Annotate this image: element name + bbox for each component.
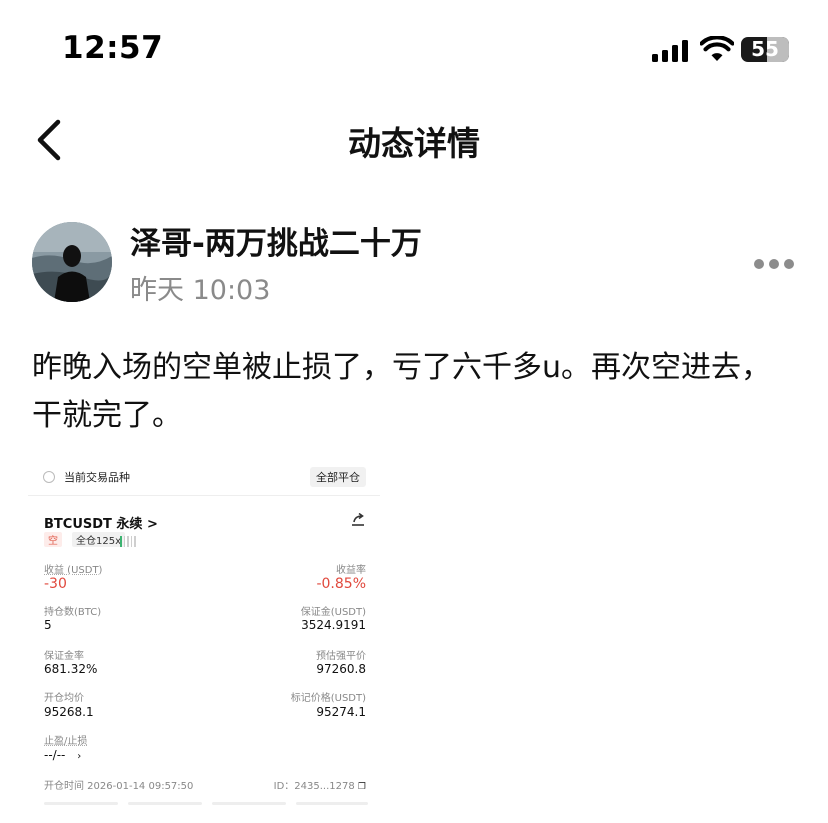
post-image-position-card[interactable]: 当前交易品种 全部平仓 BTCUSDT 永续 > 空 全仓125x 收益 (US… xyxy=(28,458,380,823)
username[interactable]: 泽哥-两万挑战二十万 xyxy=(130,218,422,263)
status-bar: 12:57 55 xyxy=(0,0,828,100)
position-id: ID：2435...1278 ❐ xyxy=(274,777,366,792)
share-icon xyxy=(352,513,364,526)
cellular-signal-icon xyxy=(652,40,690,62)
post-timestamp: 昨天 10:03 xyxy=(130,275,271,306)
wifi-icon xyxy=(700,36,734,61)
margin-mode-tag: 全仓125x xyxy=(72,532,126,547)
margin-ratio-value: 681.32% xyxy=(44,662,98,676)
more-dots-icon xyxy=(754,259,764,269)
battery-icon: 55 xyxy=(741,37,789,62)
liq-price-label: 预估强平价 xyxy=(316,651,366,662)
mark-price-label: 标记价格(USDT) xyxy=(290,693,366,704)
margin-ratio-label: 保证金率 xyxy=(44,651,84,662)
liq-price-value: 97260.8 xyxy=(316,662,366,676)
size-value: 5 xyxy=(44,618,52,632)
contract-symbol: BTCUSDT 永续 > xyxy=(44,517,158,532)
radio-icon xyxy=(43,471,55,483)
size-label: 持仓数(BTC) xyxy=(44,607,102,618)
entry-price-value: 95268.1 xyxy=(44,705,94,719)
margin-value: 3524.9191 xyxy=(301,618,366,632)
position-id-text: ID：2435...1278 xyxy=(273,781,355,792)
current-symbol-filter-label: 当前交易品种 xyxy=(64,471,130,484)
avatar-image xyxy=(32,222,112,302)
margin-label: 保证金(USDT) xyxy=(300,607,366,618)
roe-label: 收益率 xyxy=(336,565,366,576)
risk-level-bars xyxy=(120,532,138,547)
pnl-label: 收益 (USDT) xyxy=(44,565,103,576)
tpsl-value-text: --/-- xyxy=(44,748,66,762)
status-time: 12:57 xyxy=(62,30,164,66)
copy-icon: ❐ xyxy=(357,782,366,792)
entry-price-label: 开仓均价 xyxy=(44,693,84,704)
direction-tag: 空 xyxy=(44,532,62,547)
post-text: 昨晚入场的空单被止损了，亏了六千多u。再次空进去，干就完了。 xyxy=(32,350,772,433)
pnl-value: -30 xyxy=(44,576,67,592)
tpsl-label: 止盈/止损 xyxy=(44,736,88,747)
nav-bar: 动态详情 xyxy=(0,100,828,176)
close-all-button: 全部平仓 xyxy=(310,467,366,487)
chevron-right-icon: › xyxy=(77,751,82,762)
roe-value: -0.85% xyxy=(316,576,366,592)
page-title: 动态详情 xyxy=(348,124,480,163)
open-time: 开仓时间 2026-01-14 09:57:50 xyxy=(44,781,194,792)
more-options-button[interactable] xyxy=(752,256,796,272)
position-header: 当前交易品种 全部平仓 xyxy=(28,458,380,496)
mark-price-value: 95274.1 xyxy=(316,705,366,719)
action-buttons-row xyxy=(44,802,368,808)
tpsl-value: --/-- › xyxy=(44,748,81,762)
avatar[interactable] xyxy=(32,222,112,302)
battery-percent: 55 xyxy=(751,37,779,61)
